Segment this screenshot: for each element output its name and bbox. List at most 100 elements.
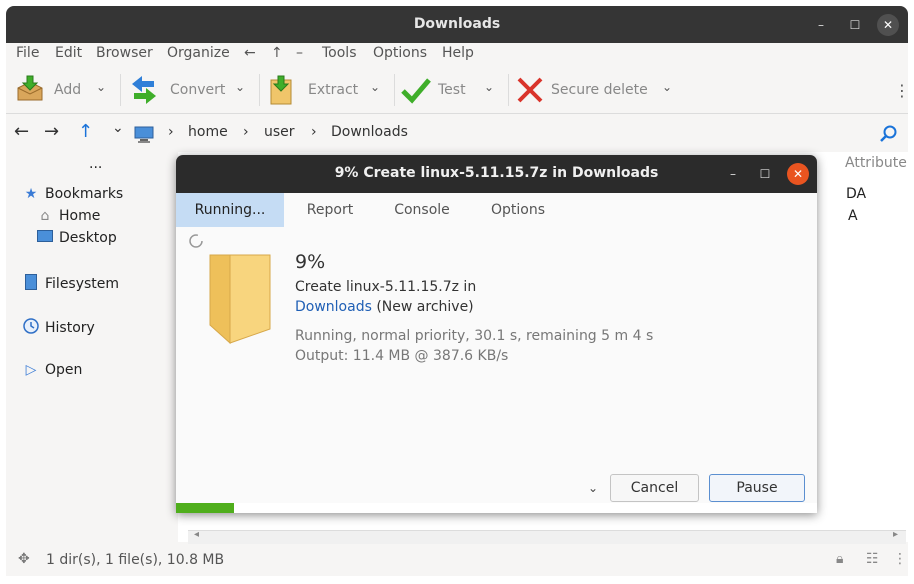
sidebar-item-label: Bookmarks [45,186,124,202]
extract-button[interactable]: Extract [268,66,358,114]
maximize-button[interactable]: ☐ [844,14,866,36]
status-text: 1 dir(s), 1 file(s), 10.8 MB [46,552,225,568]
test-dropdown[interactable]: ⌄ [484,80,494,94]
convert-label: Convert [170,82,226,98]
toolbar-separator [508,74,509,106]
window-title: Downloads [413,16,501,32]
menu-browser[interactable]: Browser [96,45,153,61]
menubar: File Edit Browser Organize ← ↑ – Tools O… [6,43,908,66]
more-options-icon[interactable]: ⋮ [894,81,908,100]
move-icon[interactable]: ✥ [18,551,30,567]
menu-up[interactable]: ↑ [271,45,283,61]
breadcrumb-user[interactable]: user [264,124,295,140]
scroll-left-icon[interactable]: ◂ [194,529,199,540]
progress-bar [176,503,817,513]
menu-options[interactable]: Options [373,45,427,61]
toolbar: Add ⌄ Convert ⌄ Extract ⌄ Test ⌄ Secure … [6,66,908,114]
close-button[interactable]: ✕ [877,14,899,36]
extract-icon [270,75,292,105]
add-archive-icon [17,75,43,101]
secure-delete-button[interactable]: Secure delete [516,66,648,114]
extract-dropdown[interactable]: ⌄ [370,80,380,94]
more-options-icon[interactable]: ⋮ [893,551,907,567]
breadcrumb-separator: › [243,124,249,140]
add-button[interactable]: Add [14,66,81,114]
column-header-attribute[interactable]: Attribute [845,155,907,171]
computer-icon[interactable] [134,126,154,144]
breadcrumb-downloads[interactable]: Downloads [331,124,408,140]
archive-note: (New archive) [376,299,474,315]
minimize-button[interactable]: – [810,14,832,36]
menu-organize[interactable]: Organize [167,45,230,61]
secure-delete-dropdown[interactable]: ⌄ [662,80,672,94]
horizontal-scrollbar[interactable]: ◂ ▸ [188,529,906,544]
checkmark-icon [401,78,431,104]
main-titlebar[interactable]: Downloads – ☐ ✕ [6,6,908,43]
tab-console[interactable]: Console [376,193,468,227]
dialog-title: 9% Create linux-5.11.15.7z in Downloads [334,165,659,181]
options-dropdown-icon[interactable]: ⌄ [588,481,598,495]
dialog-maximize-button[interactable]: ☐ [754,163,776,185]
cancel-button[interactable]: Cancel [610,474,699,502]
add-dropdown[interactable]: ⌄ [96,80,106,94]
menu-help[interactable]: Help [442,45,474,61]
menu-edit[interactable]: Edit [55,45,82,61]
clock-icon [22,318,40,338]
sidebar-item-history[interactable]: History [22,318,95,338]
test-label: Test [438,82,466,98]
status-bar: ✥ 1 dir(s), 1 file(s), 10.8 MB 🔒︎ ☷ ⋮ [6,546,908,576]
menu-tools[interactable]: Tools [322,45,357,61]
sidebar-item-label: Filesystem [45,276,120,292]
lock-icon[interactable]: 🔒︎ [836,551,843,567]
sidebar-item-filesystem[interactable]: Filesystem [22,274,119,294]
navigation-bar: ← → ↑ ⌄ › home › user › Downloads [6,116,908,152]
dialog-close-button[interactable]: ✕ [787,163,809,185]
progress-bar-fill [176,503,234,513]
operation-text: Create linux-5.11.15.7z in [295,279,477,295]
convert-button[interactable]: Convert [130,66,225,114]
sidebar-item-label: History [45,320,95,336]
destination-line: Downloads (New archive) [295,299,474,315]
convert-dropdown[interactable]: ⌄ [235,80,245,94]
pause-button[interactable]: Pause [709,474,805,502]
sidebar-item-open[interactable]: ▷ Open [22,362,83,378]
sidebar-item-label: Desktop [59,230,117,246]
sidebar-item-label: Home [59,208,101,224]
attribute-cell: A [848,208,858,224]
back-arrow-icon[interactable]: ← [14,121,29,142]
up-arrow-icon[interactable]: ↑ [78,121,93,142]
breadcrumb-home[interactable]: home [188,124,228,140]
sidebar-item-desktop[interactable]: Desktop [36,230,117,246]
history-dropdown-icon[interactable]: ⌄ [112,120,124,136]
drive-icon [22,274,40,294]
extract-label: Extract [308,82,359,98]
sidebar-more[interactable]: ... [89,156,102,172]
add-label: Add [54,82,82,98]
dialog-tabs: Running... Report Console Options [176,193,817,227]
desktop-icon [36,230,54,246]
tab-running[interactable]: Running... [176,193,284,227]
menu-back[interactable]: ← [244,45,256,61]
menu-file[interactable]: File [16,45,39,61]
downloads-link[interactable]: Downloads [295,299,372,315]
delete-x-icon [517,77,543,103]
forward-arrow-icon[interactable]: → [44,121,59,142]
tab-options[interactable]: Options [468,193,568,227]
progress-dialog: 9% Create linux-5.11.15.7z in Downloads … [176,155,817,513]
scroll-right-icon[interactable]: ▸ [893,529,898,540]
search-icon[interactable] [880,125,898,143]
menu-separator: – [296,45,303,61]
dialog-body: 9% Create linux-5.11.15.7z in Downloads … [176,227,817,513]
dialog-minimize-button[interactable]: – [722,163,744,185]
test-button[interactable]: Test [400,66,466,114]
dialog-titlebar[interactable]: 9% Create linux-5.11.15.7z in Downloads … [176,155,817,193]
tab-report[interactable]: Report [284,193,376,227]
sidebar: ... ★ Bookmarks ⌂ Home Desktop Filesyste… [6,152,178,542]
list-view-icon[interactable]: ☷ [866,551,879,567]
status-detail: Running, normal priority, 30.1 s, remain… [295,328,654,344]
sidebar-item-bookmarks[interactable]: ★ Bookmarks [22,186,124,202]
toolbar-separator [120,74,121,106]
sidebar-item-home[interactable]: ⌂ Home [36,208,101,224]
convert-icon [132,76,156,104]
toolbar-separator [394,74,395,106]
